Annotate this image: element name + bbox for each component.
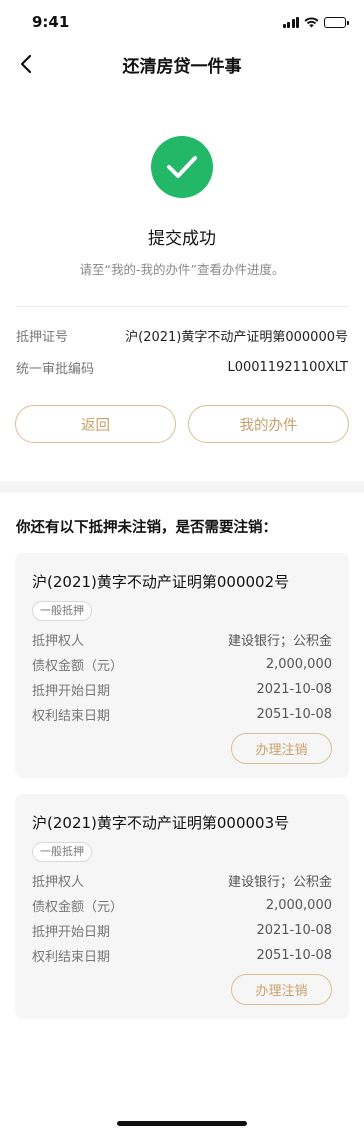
card-title: 沪(2021)黄字不动产证明第000003号 [32,814,290,832]
card-title: 沪(2021)黄字不动产证明第000002号 [32,573,290,591]
detail-value: 2021-10-08 [256,682,332,697]
detail-row: 抵押权人 建设银行；公积金 [32,868,332,893]
mortgage-type-tag: 一般抵押 [32,842,92,862]
detail-row: 权利结束日期 2051-10-08 [32,702,332,727]
status-bar: 9:41 [0,0,364,44]
info-value: 沪(2021)黄字不动产证明第000000号 [125,329,348,345]
detail-value: 2051-10-08 [256,707,332,722]
detail-value: 2,000,000 [265,898,332,913]
detail-value: 建设银行；公积金 [227,875,332,890]
info-row-approval-code: 统一审批编码 L00011921100XLT [0,351,364,383]
detail-label: 权利结束日期 [32,709,111,724]
detail-value: 2,000,000 [265,657,332,672]
page-title: 还清房贷一件事 [122,56,242,77]
detail-label: 抵押开始日期 [32,925,111,940]
battery-icon [324,16,349,28]
status-time: 9:41 [32,13,70,31]
success-title: 提交成功 [148,229,216,249]
detail-row: 抵押权人 建设银行；公积金 [32,627,332,652]
detail-label: 抵押开始日期 [32,684,111,699]
info-value: L00011921100XLT [227,359,348,375]
chevron-left-icon [20,54,32,74]
detail-label: 抵押权人 [32,875,85,890]
mortgage-card: 沪(2021)黄字不动产证明第000003号 一般抵押 抵押权人 建设银行；公积金… [15,794,349,1019]
section-title: 你还有以下抵押未注销，是否需要注销： [16,520,277,536]
detail-label: 债权金额（元） [32,900,124,915]
wifi-icon [304,16,319,27]
detail-value: 建设银行；公积金 [227,634,332,649]
status-icons [282,16,349,28]
info-row-certificate: 抵押证号 沪(2021)黄字不动产证明第000000号 [0,319,364,351]
mortgage-type-tag: 一般抵押 [32,601,92,621]
info-list: 抵押证号 沪(2021)黄字不动产证明第000000号 统一审批编码 L0001… [0,307,364,383]
detail-row: 抵押开始日期 2021-10-08 [32,677,332,702]
action-buttons: 返回 我的办件 [0,405,364,443]
info-label: 统一审批编码 [16,361,95,377]
detail-row: 抵押开始日期 2021-10-08 [32,918,332,943]
cancel-mortgage-button[interactable]: 办理注销 [231,974,332,1005]
home-indicator [117,1121,247,1126]
detail-value: 2021-10-08 [256,923,332,938]
cancel-mortgage-button[interactable]: 办理注销 [231,733,332,764]
detail-row: 债权金额（元） 2,000,000 [32,893,332,918]
success-check-icon [151,136,213,198]
mortgage-card: 沪(2021)黄字不动产证明第000002号 一般抵押 抵押权人 建设银行；公积金… [15,553,349,778]
card-details: 抵押权人 建设银行；公积金 债权金额（元） 2,000,000 抵押开始日期 2021… [32,868,332,968]
nav-bar: 还清房贷一件事 [0,44,364,84]
card-details: 抵押权人 建设银行；公积金 债权金额（元） 2,000,000 抵押开始日期 2021… [32,627,332,727]
back-button[interactable] [12,50,40,78]
detail-value: 2051-10-08 [256,948,332,963]
my-cases-button[interactable]: 我的办件 [188,405,349,443]
info-label: 抵押证号 [16,329,69,345]
detail-row: 权利结束日期 2051-10-08 [32,943,332,968]
signal-icon [282,16,299,28]
detail-label: 权利结束日期 [32,950,111,965]
detail-label: 抵押权人 [32,634,85,649]
success-subtitle: 请至“我的-我的办件”查看办件进度。 [79,262,285,277]
return-button[interactable]: 返回 [15,405,176,443]
detail-label: 债权金额（元） [32,659,124,674]
section-separator [0,481,364,493]
detail-row: 债权金额（元） 2,000,000 [32,652,332,677]
success-section: 提交成功 请至“我的-我的办件”查看办件进度。 [0,84,364,278]
